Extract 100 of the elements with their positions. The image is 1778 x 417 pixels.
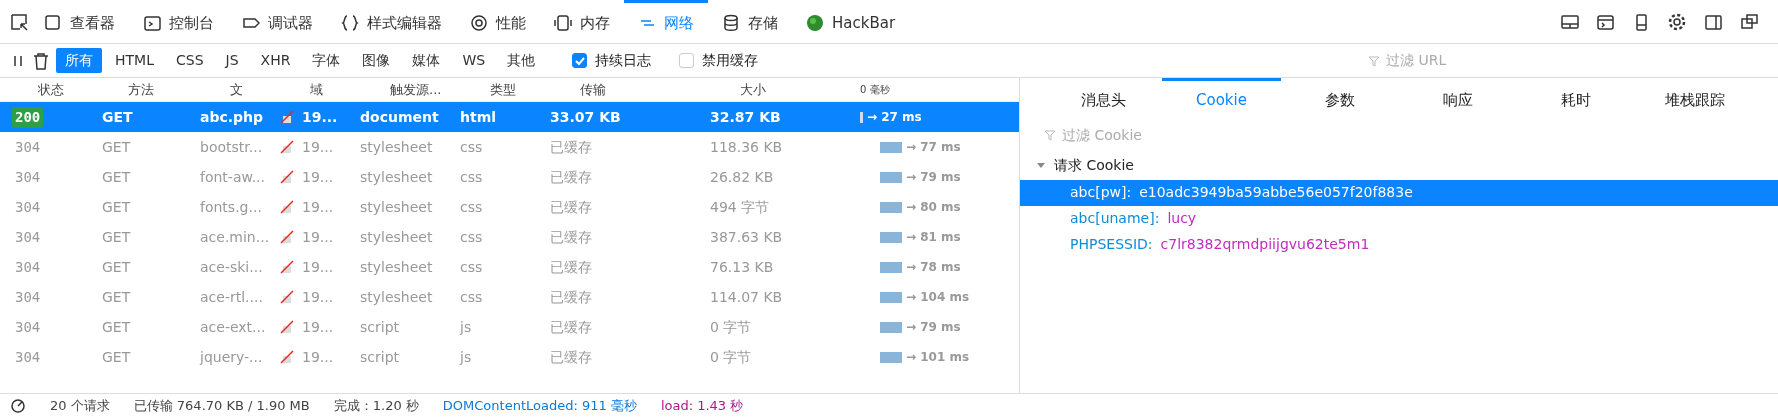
filter-button[interactable]: XHR xyxy=(251,48,300,73)
table-cell-text: 已缓存 xyxy=(550,227,592,247)
filter-button[interactable]: 字体 xyxy=(303,48,350,73)
filter-button[interactable]: CSS xyxy=(166,48,213,73)
memory-chip-icon xyxy=(554,14,572,32)
devtools-tab[interactable]: 性能 xyxy=(456,0,540,44)
insecure-lock-icon xyxy=(280,230,294,244)
detail-tab[interactable]: Cookie xyxy=(1162,78,1281,120)
timing-text: → 77 ms xyxy=(906,139,961,156)
filter-button[interactable]: HTML xyxy=(106,48,163,73)
insecure-lock-icon xyxy=(280,200,294,214)
cookie-row[interactable]: abc[uname]: lucy xyxy=(1020,205,1778,232)
detail-tab[interactable]: 参数 xyxy=(1280,78,1399,120)
devtools-tab[interactable]: 查看器 xyxy=(30,0,129,44)
table-cell-text: script xyxy=(360,317,399,337)
table-cell-text: 387.63 KB xyxy=(710,227,783,247)
table-cell-text: 已缓存 xyxy=(550,287,592,307)
column-header[interactable]: 类型 xyxy=(460,79,550,100)
table-cell-text: GET xyxy=(102,287,131,307)
timing-text: → 80 ms xyxy=(906,199,961,216)
table-cell-text: stylesheet xyxy=(360,167,433,187)
windows-icon[interactable] xyxy=(1740,12,1760,31)
table-cell-text: GET xyxy=(102,257,131,277)
table-cell-text: GET xyxy=(102,317,131,337)
column-header[interactable]: 方法 xyxy=(90,79,200,100)
table-cell-text: jquery-... xyxy=(200,347,263,367)
table-cell-text: 19... xyxy=(302,257,334,277)
table-cell-text: bootstr... xyxy=(200,137,263,157)
status-code: 304 xyxy=(14,137,42,157)
cookie-row[interactable]: PHPSESSID: c7lr8382qrmdpiijgvu62te5m1 xyxy=(1020,231,1778,258)
table-cell-text: 0 字节 xyxy=(710,317,752,337)
filter-button[interactable]: WS xyxy=(453,48,495,73)
devtools-tab[interactable]: 调试器 xyxy=(228,0,327,44)
column-header[interactable]: 0 毫秒 xyxy=(860,82,1019,97)
detail-tab[interactable]: 耗时 xyxy=(1517,78,1636,120)
timing-text: → 79 ms xyxy=(906,169,961,186)
console-icon[interactable] xyxy=(1596,12,1616,31)
request-count: 20 个请求 xyxy=(50,396,110,415)
settings-icon[interactable] xyxy=(1668,12,1688,31)
request-row[interactable]: 200 GET abc.php 19... document html 33.07 KB 32.87 KB → 27 ms xyxy=(0,102,1019,132)
filter-button[interactable]: 图像 xyxy=(353,48,400,73)
table-cell-text: GET xyxy=(102,137,131,157)
devtools-tab[interactable]: 存储 xyxy=(708,0,792,44)
checkbox-option[interactable]: 持续日志 xyxy=(572,50,652,71)
url-filter-field[interactable]: 过滤 URL xyxy=(1384,49,1562,72)
checkbox-option[interactable]: 禁用缓存 xyxy=(679,50,759,71)
performance-icon[interactable] xyxy=(10,397,26,414)
devtools-tab[interactable]: 样式编辑器 xyxy=(327,0,456,44)
column-header[interactable]: 状态 xyxy=(0,79,90,100)
table-cell-text: 494 字节 xyxy=(710,197,770,217)
check-icon xyxy=(574,55,586,66)
table-cell-text: 已缓存 xyxy=(550,347,592,367)
table-cell-text: GET xyxy=(102,167,131,187)
table-cell-text: fonts.g... xyxy=(200,197,262,217)
filter-button[interactable]: JS xyxy=(216,48,248,73)
filter-button[interactable]: 其他 xyxy=(498,48,545,73)
status-code: 304 xyxy=(14,287,42,307)
table-cell-text: 已缓存 xyxy=(550,257,592,277)
devtools-tab[interactable]: 控制台 xyxy=(129,0,228,44)
table-cell-text: css xyxy=(460,167,483,187)
column-header[interactable]: 大小 xyxy=(710,79,860,100)
table-cell-text: 32.87 KB xyxy=(710,107,781,127)
table-cell-text: ace-rtl.... xyxy=(200,287,263,307)
devtools-tab[interactable]: HackBar xyxy=(792,0,910,44)
column-header[interactable]: 触发源... xyxy=(360,79,460,100)
column-header[interactable]: 文 xyxy=(200,79,280,100)
filter-button[interactable]: 所有 xyxy=(56,48,102,73)
devtools-tab[interactable]: 网络 xyxy=(624,0,708,44)
table-cell-text: 已缓存 xyxy=(550,137,592,157)
table-cell-text: ace-ski... xyxy=(200,257,263,277)
status-code: 304 xyxy=(14,347,42,367)
sidebar-icon[interactable] xyxy=(1704,12,1724,31)
table-cell-text: script xyxy=(360,347,399,367)
table-cell-text: 26.82 KB xyxy=(710,167,774,187)
layout-icon[interactable] xyxy=(1560,12,1580,31)
database-icon xyxy=(722,14,740,32)
table-cell-text: stylesheet xyxy=(360,197,433,217)
twisty-icon[interactable] xyxy=(1036,160,1046,170)
status-code: 200 xyxy=(12,106,44,128)
table-cell-text: 0 字节 xyxy=(710,347,752,367)
detail-tab[interactable]: 响应 xyxy=(1399,78,1518,120)
waterfall-bar xyxy=(880,321,902,333)
column-header[interactable]: 传输 xyxy=(550,79,710,100)
table-cell-text: 33.07 KB xyxy=(550,107,621,127)
hackbar-logo-icon xyxy=(806,14,824,32)
cookie-row[interactable]: abc[pw]: e10adc3949ba59abbe56e057f20f883e xyxy=(1020,179,1778,206)
timing-text: → 104 ms xyxy=(906,289,970,306)
filter-icon xyxy=(1044,129,1056,141)
cookie-value: e10adc3949ba59abbe56e057f20f883e xyxy=(1139,183,1413,202)
detail-tab[interactable]: 消息头 xyxy=(1044,78,1163,120)
waterfall-bar xyxy=(880,291,902,303)
cookie-filter-field[interactable]: 过滤 Cookie xyxy=(1060,123,1238,147)
checkbox[interactable] xyxy=(679,53,695,68)
filter-button[interactable]: 媒体 xyxy=(403,48,450,73)
waterfall-bar xyxy=(880,171,902,183)
detail-tab[interactable]: 堆栈跟踪 xyxy=(1635,78,1754,120)
checkbox[interactable] xyxy=(572,53,588,68)
devtools-tab[interactable]: 内存 xyxy=(540,0,624,44)
element-picker-icon[interactable] xyxy=(10,12,30,31)
column-header[interactable]: 域 xyxy=(280,79,360,100)
